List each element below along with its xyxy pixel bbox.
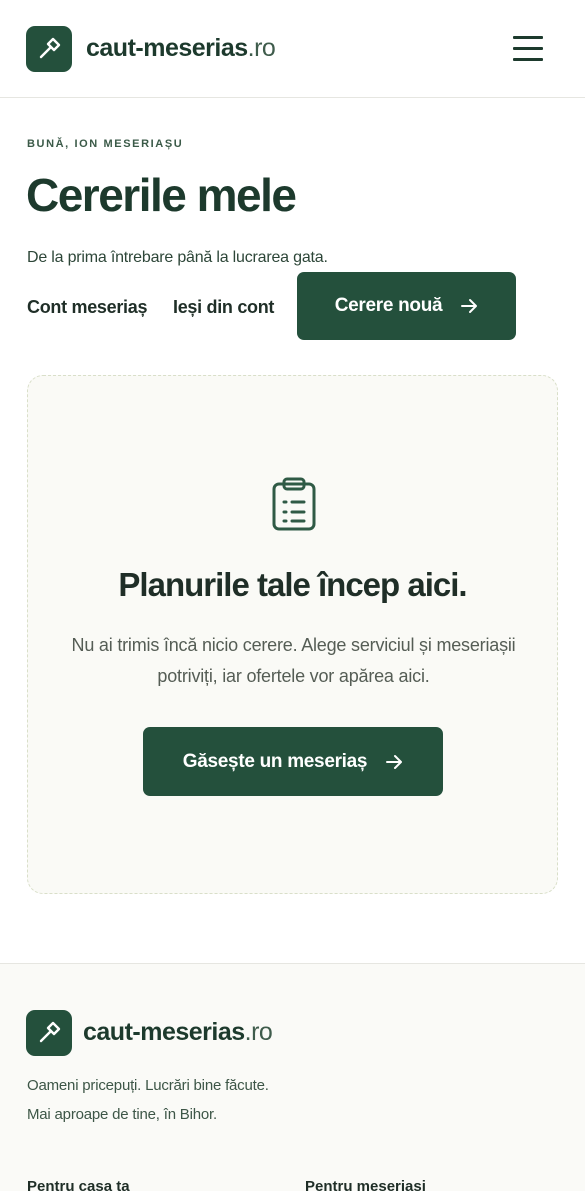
empty-state-card: Planurile tale încep aici. Nu ai trimis … (27, 375, 558, 894)
account-link[interactable]: Cont meseriaș (27, 297, 147, 318)
footer-tagline-1: Oameni pricepuți. Lucrări bine făcute. (27, 1077, 269, 1094)
find-tradesman-button[interactable]: Găsește un meseriaș (143, 727, 443, 796)
site-footer: caut-meserias.ro Oameni pricepuți. Lucră… (0, 963, 585, 1191)
brand-name: caut-meserias (86, 34, 248, 62)
user-greeting: BUNĂ, ION MESERIAȘU (27, 138, 184, 150)
empty-state-title: Planurile tale încep aici. (118, 566, 467, 603)
logout-link[interactable]: Ieși din cont (173, 297, 274, 318)
new-request-label: Cerere nouă (334, 295, 443, 316)
empty-state-description: Nu ai trimis încă nicio cerere. Alege se… (71, 635, 516, 686)
footer-heading-home: Pentru casa ta (27, 1178, 130, 1191)
brand-tld: .ro (247, 34, 276, 62)
footer-logo-wordmark[interactable]: caut-meserias.ro (83, 1018, 273, 1047)
clipboard-list-icon (271, 477, 317, 536)
logo-wordmark[interactable]: caut-meserias.ro (86, 34, 276, 63)
footer-tagline-2: Mai aproape de tine, în Bihor. (27, 1106, 217, 1123)
page-subtitle: De la prima întrebare până la lucrarea g… (27, 249, 328, 266)
footer-logo-hammer-icon[interactable] (26, 1010, 72, 1056)
site-header: caut-meserias.ro (0, 0, 585, 98)
arrow-right-icon (385, 753, 403, 771)
arrow-right-icon (460, 297, 478, 315)
page-title: Cererile mele (26, 169, 297, 221)
find-tradesman-label: Găsește un meseriaș (182, 750, 368, 772)
footer-brand-name: caut-meserias (83, 1018, 245, 1046)
new-request-button[interactable]: Cerere nouă (297, 272, 516, 340)
footer-brand-tld: .ro (244, 1018, 273, 1046)
hamburger-menu-icon[interactable] (513, 36, 543, 62)
logo-hammer-icon[interactable] (26, 26, 72, 72)
footer-heading-tradesmen: Pentru meseriași (305, 1178, 426, 1191)
